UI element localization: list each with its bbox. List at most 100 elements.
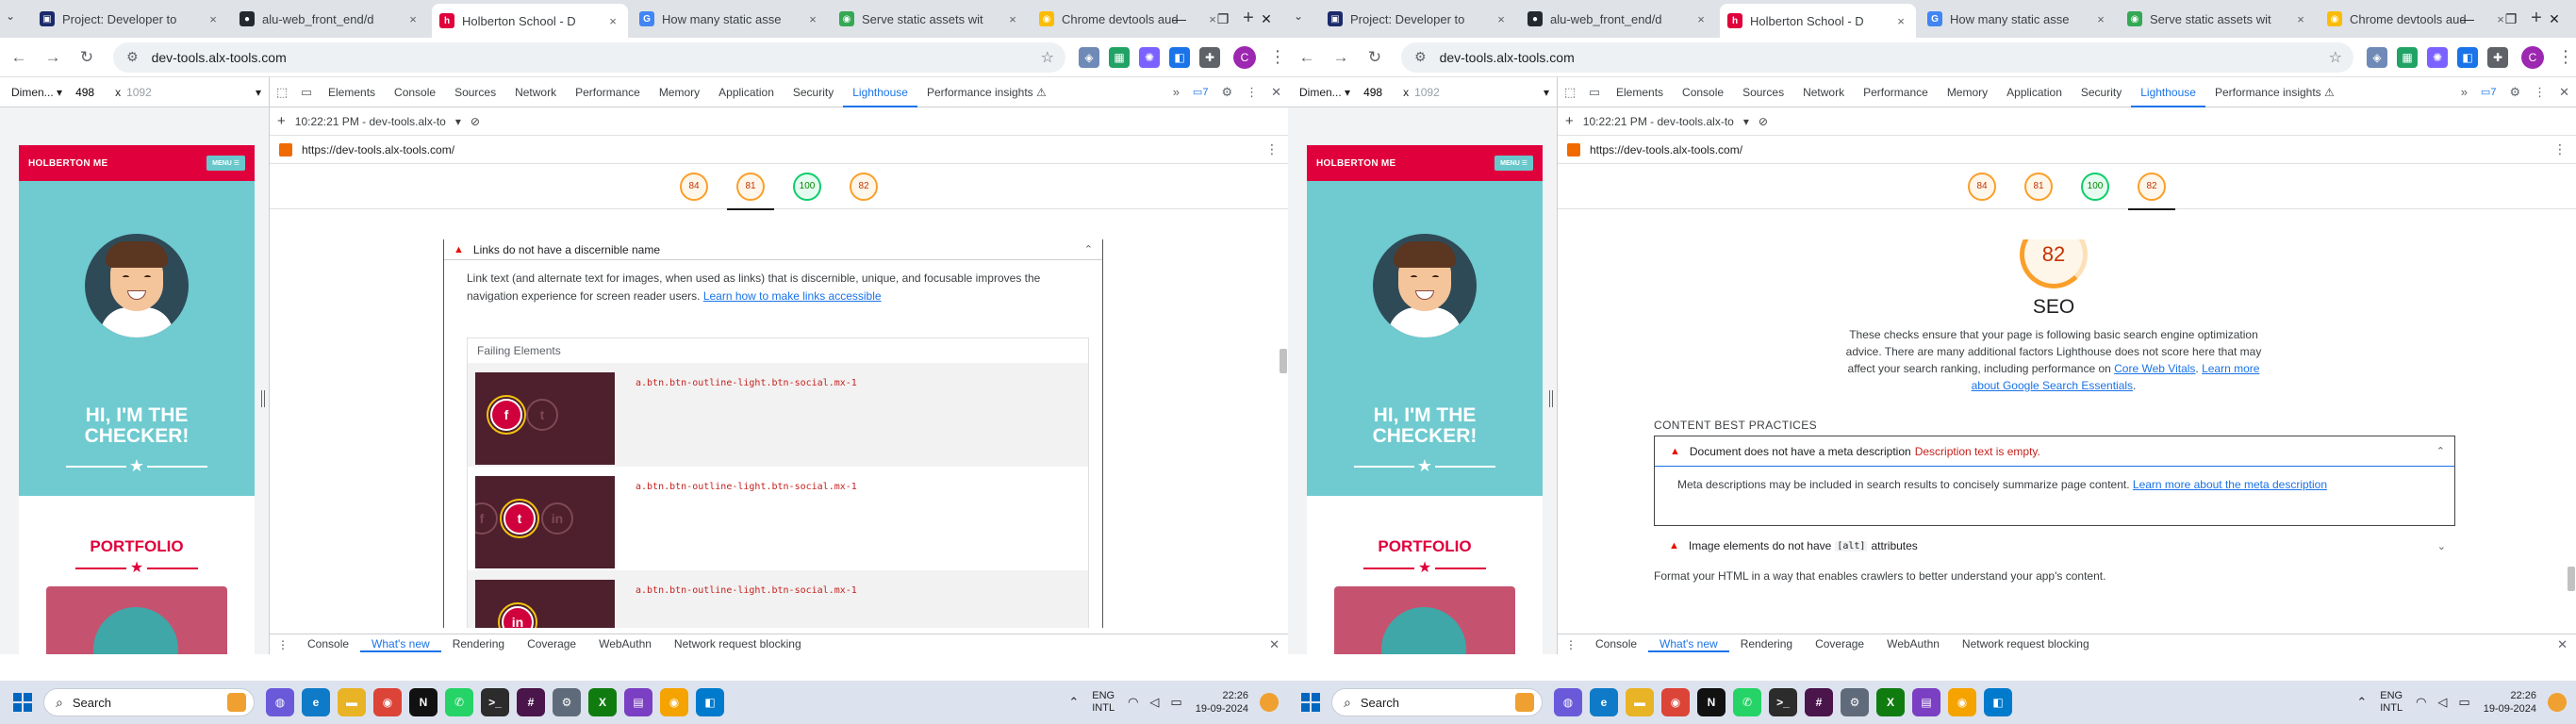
devtools-menu-icon[interactable]: ⋮ xyxy=(2534,85,2546,100)
portfolio-item[interactable] xyxy=(46,586,227,654)
devtools-menu-icon[interactable]: ⋮ xyxy=(1246,85,1258,100)
score-gauge[interactable]: 100 xyxy=(793,172,821,201)
clear-reports-icon[interactable]: ⊘ xyxy=(1759,115,1768,128)
report-selector[interactable]: 10:22:21 PM - dev-tools.alx-to xyxy=(295,115,446,128)
resize-handle[interactable] xyxy=(1549,390,1553,407)
learn-more-link[interactable]: Learn how to make links accessible xyxy=(703,289,882,303)
store-icon[interactable]: ▤ xyxy=(1912,688,1940,716)
green-extension-icon[interactable]: ▦ xyxy=(1109,46,1130,68)
tab-sources[interactable]: Sources xyxy=(1733,77,1793,107)
bookmark-star-icon[interactable]: ☆ xyxy=(1041,48,1054,67)
site-info-icon[interactable]: ⚙ xyxy=(1414,49,1427,65)
more-tabs-icon[interactable]: » xyxy=(1173,85,1180,99)
site-menu-button[interactable]: MENU ☰ xyxy=(1494,156,1533,171)
vscode-icon[interactable]: ◧ xyxy=(696,688,724,716)
volume-icon[interactable]: ◁ xyxy=(2437,695,2447,710)
volume-icon[interactable]: ◁ xyxy=(1149,695,1159,710)
tab-search-dropdown[interactable]: ⌄ xyxy=(1294,9,1303,23)
profile-avatar[interactable]: C xyxy=(2521,45,2544,69)
device-options-dropdown[interactable]: ▾ xyxy=(256,86,261,99)
resize-handle[interactable] xyxy=(261,390,265,407)
tab-memory[interactable]: Memory xyxy=(1938,77,1997,107)
site-logo[interactable]: HOLBERTON ME xyxy=(1316,158,1396,169)
drawer-tab[interactable]: Coverage xyxy=(1804,637,1875,652)
language-indicator[interactable]: ENG INTL xyxy=(2380,690,2403,715)
element-selector[interactable]: a.btn.btn-outline-light.btn-social.mx-1 xyxy=(636,482,857,492)
report-scrollbar[interactable] xyxy=(2568,567,2575,591)
tab-close-icon[interactable]: × xyxy=(1693,12,1709,26)
reload-button[interactable]: ↻ xyxy=(1360,42,1390,73)
puzzle-extension-icon[interactable]: ✚ xyxy=(1199,46,1220,68)
blue-extension-icon[interactable]: ◧ xyxy=(2457,46,2478,68)
tab-elements[interactable]: Elements xyxy=(319,77,385,107)
slack-icon[interactable]: # xyxy=(517,688,545,716)
tab-network[interactable]: Network xyxy=(505,77,566,107)
tab-search-dropdown[interactable]: ⌄ xyxy=(6,9,15,23)
device-toggle-icon[interactable]: ▭ xyxy=(294,85,319,100)
close-icon[interactable]: ✕ xyxy=(2533,0,2576,38)
windows-start-icon[interactable] xyxy=(1301,693,1320,712)
browser-tab[interactable]: h Holberton School - D × xyxy=(432,4,628,38)
score-gauge[interactable]: 81 xyxy=(2024,172,2053,201)
chrome-canary-icon[interactable]: ◉ xyxy=(660,688,688,716)
tab-network[interactable]: Network xyxy=(1793,77,1854,107)
drawer-tab[interactable]: Network request blocking xyxy=(1951,637,2101,652)
issues-badge[interactable]: ▭7 xyxy=(1193,86,1209,98)
browser-tab[interactable]: ● alu-web_front_end/d × xyxy=(1520,4,1716,34)
browser-tab[interactable]: ◉ Serve static assets wit × xyxy=(2120,4,2316,34)
browser-tab[interactable]: ◉ Serve static assets wit × xyxy=(832,4,1028,34)
battery-icon[interactable]: ▭ xyxy=(2458,695,2469,710)
report-scrollbar[interactable] xyxy=(1280,349,1287,373)
browser-tab[interactable]: ● alu-web_front_end/d × xyxy=(232,4,428,34)
chevron-down-icon[interactable]: ⌄ xyxy=(2437,540,2446,552)
browser-menu-icon[interactable]: ⋮ xyxy=(2557,47,2574,67)
terminal-icon[interactable]: >_ xyxy=(481,688,509,716)
drawer-tab[interactable]: Rendering xyxy=(441,637,516,652)
report-menu-icon[interactable]: ⋮ xyxy=(1265,141,1279,157)
device-options-dropdown[interactable]: ▾ xyxy=(1544,86,1549,99)
tab-console[interactable]: Console xyxy=(1673,77,1733,107)
tab-sources[interactable]: Sources xyxy=(445,77,505,107)
drawer-tab[interactable]: WebAuthn xyxy=(587,637,663,652)
drawer-tab[interactable]: WebAuthn xyxy=(1875,637,1951,652)
drawer-tab[interactable]: Network request blocking xyxy=(663,637,813,652)
reload-button[interactable]: ↻ xyxy=(72,42,102,73)
tab-lighthouse[interactable]: Lighthouse xyxy=(843,77,917,107)
chevron-up-icon[interactable]: ⌃ xyxy=(2436,445,2445,457)
chrome-taskbar-icon[interactable]: ◉ xyxy=(1661,688,1690,716)
browser-tab[interactable]: ▣ Project: Developer to × xyxy=(1320,4,1516,34)
tab-elements[interactable]: Elements xyxy=(1607,77,1673,107)
learn-more-link[interactable]: Learn more about the meta description xyxy=(2133,478,2327,491)
device-width-input[interactable] xyxy=(75,82,110,102)
inspect-icon[interactable]: ⬚ xyxy=(1558,85,1582,100)
whatsapp-icon[interactable]: ✆ xyxy=(1733,688,1761,716)
browser-menu-icon[interactable]: ⋮ xyxy=(1269,47,1286,67)
tab-memory[interactable]: Memory xyxy=(650,77,709,107)
tab-close-icon[interactable]: × xyxy=(605,14,620,28)
netflix-icon[interactable]: N xyxy=(409,688,438,716)
xbox-icon[interactable]: X xyxy=(588,688,617,716)
report-menu-icon[interactable]: ⋮ xyxy=(2553,141,2567,157)
chevron-up-icon[interactable]: ⌃ xyxy=(1084,243,1093,255)
site-info-icon[interactable]: ⚙ xyxy=(126,49,139,65)
minimize-icon[interactable]: — xyxy=(1158,0,1201,38)
inspect-icon[interactable]: ⬚ xyxy=(270,85,294,100)
report-selector[interactable]: 10:22:21 PM - dev-tools.alx-to xyxy=(1583,115,1734,128)
whatsapp-icon[interactable]: ✆ xyxy=(445,688,473,716)
tab-performance[interactable]: Performance xyxy=(566,77,650,107)
drawer-tab[interactable]: Console xyxy=(1584,637,1648,652)
shield-extension-icon[interactable]: ◈ xyxy=(2367,46,2387,68)
back-button[interactable]: ← xyxy=(1292,42,1322,73)
site-logo[interactable]: HOLBERTON ME xyxy=(28,158,108,169)
language-indicator[interactable]: ENG INTL xyxy=(1092,690,1115,715)
settings-icon[interactable]: ⚙ xyxy=(1841,688,1869,716)
chevron-up-icon[interactable]: ⌃ xyxy=(1068,695,1079,710)
table-row[interactable]: in a.btn.btn-outline-light.btn-social.mx-… xyxy=(468,570,1088,628)
close-devtools-icon[interactable]: ✕ xyxy=(2559,85,2569,100)
tab-security[interactable]: Security xyxy=(2072,77,2131,107)
xbox-icon[interactable]: X xyxy=(1876,688,1905,716)
core-web-vitals-link[interactable]: Core Web Vitals xyxy=(2114,362,2195,375)
drawer-tab[interactable]: Console xyxy=(296,637,360,652)
copilot-icon[interactable]: ◍ xyxy=(266,688,294,716)
dimensions-dropdown[interactable]: Dimen... ▾ xyxy=(11,86,62,99)
